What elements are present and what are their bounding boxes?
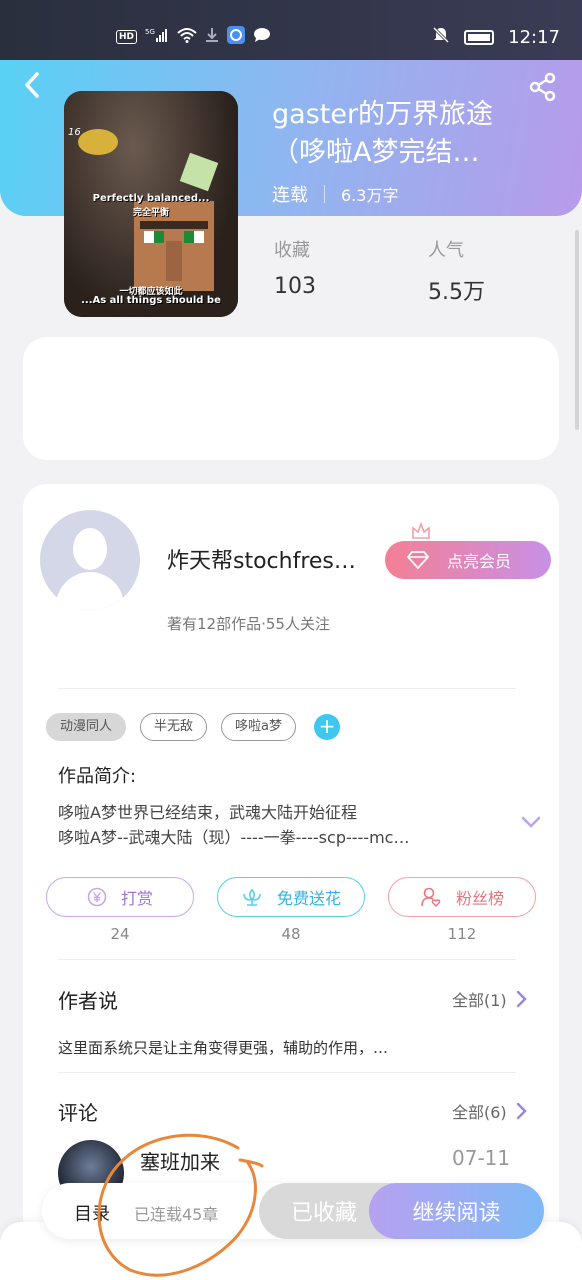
battery-icon: [464, 29, 495, 45]
author-says-text[interactable]: 这里面系统只是让主角变得更强，辅助的作用，…: [58, 1037, 443, 1058]
vip-button[interactable]: 点亮会员: [385, 541, 551, 579]
intro-line: 哆啦A梦--武魂大陆（现）----一拳----scp----mc…: [58, 828, 410, 847]
favorited-label: 已收藏: [290, 1201, 357, 1226]
clock: 12:17: [508, 26, 560, 48]
fans-rank-button[interactable]: 粉丝榜: [388, 877, 536, 917]
chevron-right-icon: [516, 990, 527, 1008]
status-indicators: HD 5G: [116, 26, 271, 48]
network-5g-icon: 5G: [145, 27, 169, 47]
book-title-line1: gaster的万界旅途: [272, 99, 494, 130]
chapter-count[interactable]: 已连载45章: [134, 1201, 218, 1225]
mute-icon: [432, 26, 450, 48]
meta-divider: [324, 185, 325, 203]
divider: [58, 959, 516, 960]
author-says-more[interactable]: 全部(1): [452, 987, 527, 1011]
cover-caption: 完全平衡: [132, 208, 169, 218]
continue-reading-label: 继续阅读: [412, 1201, 501, 1226]
crown-icon: [412, 522, 430, 539]
book-meta: 连载 6.3万字: [272, 181, 398, 207]
author-avatar[interactable]: [40, 510, 140, 610]
author-says-title: 作者说: [58, 989, 118, 1013]
wifi-icon: [177, 27, 197, 47]
intro-text: 哆啦A梦世界已经结束，武魂大陆开始征程 哆啦A梦--武魂大陆（现）----一拳-…: [58, 800, 508, 850]
diamond-icon: [407, 551, 429, 569]
comment-date: 07-11: [452, 1146, 511, 1170]
back-button[interactable]: [18, 70, 48, 100]
cover-caption: ...As all things should be: [81, 295, 221, 306]
popularity-value: 5.5万: [428, 280, 485, 305]
tag-item[interactable]: 动漫同人: [46, 713, 127, 741]
author-name[interactable]: 炸天帮stochfres…: [167, 543, 377, 575]
vip-button-label: 点亮会员: [447, 552, 512, 571]
toc-button[interactable]: 目录: [74, 1200, 110, 1226]
reward-count: 24: [110, 925, 130, 943]
book-status: 连载: [272, 185, 308, 206]
favorites-value: 103: [274, 274, 316, 299]
comments-more-label: 全部(6): [452, 1103, 507, 1122]
continue-reading-button[interactable]: 继续阅读: [369, 1183, 544, 1239]
cover-caption: Perfectly balanced...: [92, 193, 210, 204]
chevron-down-icon[interactable]: [520, 814, 542, 830]
reward-label: 打赏: [120, 889, 153, 908]
empty-card: [23, 337, 559, 460]
chevron-left-icon: [25, 72, 39, 98]
popularity-stat: 人气 5.5万: [428, 236, 485, 306]
status-bar: HD 5G 12:17: [0, 0, 582, 60]
fans-icon: [421, 887, 441, 907]
flower-icon: [243, 888, 261, 906]
comments-title: 评论: [58, 1101, 98, 1125]
send-flower-label: 免费送花: [276, 889, 341, 908]
scrollbar[interactable]: [575, 230, 579, 430]
commenter-name[interactable]: 塞班加来: [140, 1146, 220, 1175]
popularity-label: 人气: [428, 240, 464, 261]
cover-gold-gauntlet: [78, 129, 118, 155]
divider: [58, 688, 516, 689]
tag-item[interactable]: 半无敌: [140, 713, 208, 741]
tag-item[interactable]: 哆啦a梦: [221, 713, 296, 741]
app-notification-icon: [227, 26, 246, 48]
comments-more[interactable]: 全部(6): [452, 1099, 527, 1123]
fans-count: 112: [447, 925, 477, 943]
divider: [58, 1072, 516, 1073]
word-count: 6.3万字: [341, 186, 399, 205]
download-icon: [205, 27, 219, 47]
status-right: 12:17: [432, 26, 560, 48]
cover-number: 16: [68, 127, 81, 138]
author-stats: 著有12部作品·55人关注: [167, 615, 330, 633]
tag-list: 动漫同人 半无敌 哆啦a梦 +: [46, 713, 340, 741]
chat-icon: [253, 27, 271, 47]
intro-line: 哆啦A梦世界已经结束，武魂大陆开始征程: [58, 803, 357, 822]
add-tag-button[interactable]: +: [314, 714, 340, 740]
fans-rank-label: 粉丝榜: [455, 889, 504, 908]
book-title: gaster的万界旅途 （哆啦A梦完结…: [272, 96, 572, 172]
hd-icon: HD: [116, 30, 138, 44]
send-flower-button[interactable]: 免费送花: [217, 877, 365, 917]
book-title-line2: （哆啦A梦完结…: [272, 137, 480, 168]
favorites-label: 收藏: [274, 240, 310, 261]
chevron-right-icon: [516, 1102, 527, 1120]
svg-text:5G: 5G: [145, 28, 155, 36]
reward-button[interactable]: 打赏: [46, 877, 194, 917]
favorites-stat: 收藏 103: [274, 236, 316, 299]
flower-count: 48: [281, 925, 301, 943]
book-cover[interactable]: 16 Perfectly balanced... 完全平衡 一切都应该如此 ..…: [64, 91, 238, 317]
author-says-more-label: 全部(1): [452, 991, 507, 1010]
intro-title: 作品简介:: [58, 766, 137, 787]
yen-icon: [87, 887, 107, 907]
